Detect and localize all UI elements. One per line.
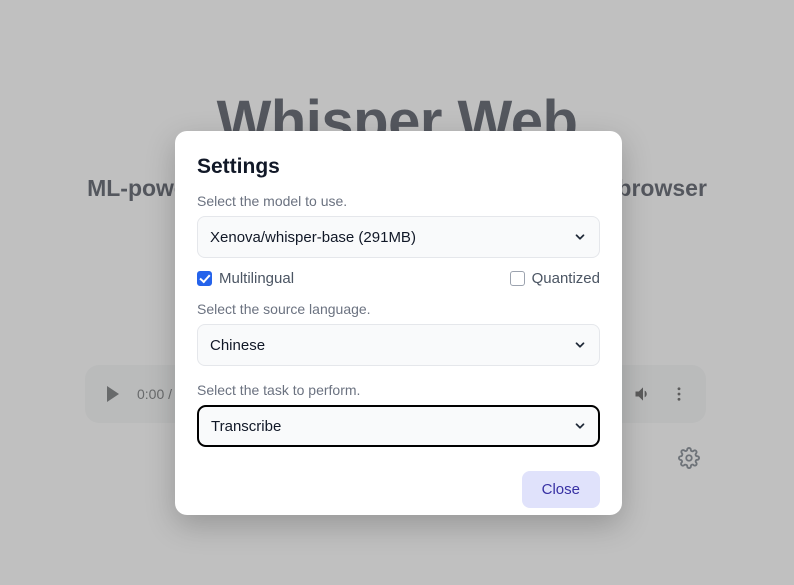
multilingual-label: Multilingual (219, 270, 295, 287)
language-label: Select the source language. (197, 301, 371, 317)
model-label: Select the model to use. (197, 193, 348, 209)
quantized-checkbox[interactable]: Quantized (509, 270, 600, 287)
modal-title: Settings (197, 155, 280, 178)
model-select[interactable]: Xenova/whisper-base (291MB) (197, 216, 600, 258)
task-select-wrapper: Transcribe (197, 405, 600, 447)
app-root: Whisper Web ML-powered speech recognitio… (0, 0, 794, 585)
language-select-wrapper: Chinese (197, 324, 600, 366)
quantized-checkbox-box[interactable] (509, 271, 525, 286)
multilingual-checkbox-box[interactable] (197, 271, 212, 286)
quantized-label: Quantized (531, 270, 600, 287)
checkbox-row: Multilingual Quantized (197, 270, 600, 287)
multilingual-checkbox[interactable]: Multilingual (197, 270, 294, 287)
model-select-wrapper: Xenova/whisper-base (291MB) (197, 216, 600, 258)
modal-footer: Close (197, 455, 600, 508)
task-label: Select the task to perform. (197, 382, 361, 398)
close-button[interactable]: Close (521, 471, 600, 508)
settings-modal: Settings Select the model to use. Xenova… (175, 131, 622, 515)
language-select[interactable]: Chinese (197, 324, 600, 366)
task-select[interactable]: Transcribe (197, 405, 600, 447)
